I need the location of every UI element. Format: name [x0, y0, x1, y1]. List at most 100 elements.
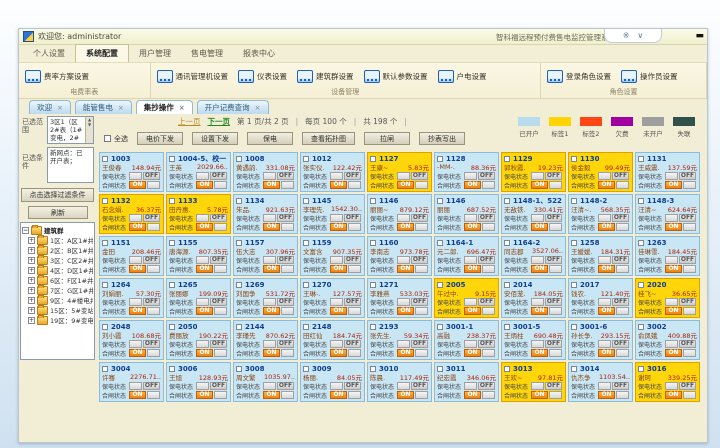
on-state[interactable]: ON: [196, 265, 213, 273]
meter-card[interactable]: 2050 费丽放 190.22元 保电状态 OFF 合闸状态: [166, 320, 231, 360]
toggle-track[interactable]: [683, 349, 696, 357]
on-state[interactable]: ON: [464, 391, 481, 399]
next-page-link[interactable]: 下一页: [208, 116, 231, 127]
menu-item[interactable]: 报表中心: [233, 45, 285, 62]
meter-checkbox[interactable]: [370, 198, 376, 204]
on-state[interactable]: ON: [665, 223, 682, 231]
on-state[interactable]: ON: [464, 265, 481, 273]
on-state[interactable]: ON: [665, 181, 682, 189]
on-state[interactable]: ON: [196, 307, 213, 315]
off-state[interactable]: OFF: [478, 256, 495, 264]
meter-checkbox[interactable]: [303, 156, 309, 162]
on-state[interactable]: ON: [263, 181, 280, 189]
toggle-track[interactable]: [263, 298, 276, 306]
meter-checkbox[interactable]: [638, 156, 644, 162]
toggle-track[interactable]: [665, 340, 678, 348]
expand-icon[interactable]: +: [28, 277, 35, 284]
meter-card[interactable]: 1131 王威震. 137.59元 保电状态 OFF 合闸状态: [635, 152, 700, 192]
toggle-track[interactable]: [549, 349, 562, 357]
meter-card[interactable]: 2148 田红仙 184.74元 保电状态 OFF 合闸状态: [300, 320, 365, 360]
toggle-track[interactable]: [482, 307, 495, 315]
meter-card[interactable]: 1146 丽丽~ 879.12元 保电状态 OFF 合闸状态: [367, 194, 432, 234]
meter-card[interactable]: 1008 黄遇韵. 331.08元 保电状态 OFF 合闸状态: [233, 152, 298, 192]
on-state[interactable]: ON: [464, 223, 481, 231]
off-state[interactable]: OFF: [210, 172, 227, 180]
off-state[interactable]: OFF: [277, 214, 294, 222]
toggle-track[interactable]: [531, 256, 544, 264]
meter-checkbox[interactable]: [303, 198, 309, 204]
meter-card[interactable]: 1164-2 同志郡 3527.06.. 保电状态 OFF 合闸状态: [501, 236, 566, 276]
toggle-track[interactable]: [196, 172, 209, 180]
off-state[interactable]: OFF: [545, 298, 562, 306]
on-state[interactable]: ON: [598, 391, 615, 399]
toggle-track[interactable]: [683, 265, 696, 273]
meter-card[interactable]: 2017 钱农. 121.40元 保电状态 OFF 合闸状态: [568, 278, 633, 318]
on-state[interactable]: ON: [397, 391, 414, 399]
expand-icon[interactable]: +: [28, 297, 35, 304]
meter-checkbox[interactable]: [169, 198, 175, 204]
on-state[interactable]: ON: [665, 307, 682, 315]
meter-card[interactable]: 1271 李雅燕 533.03元 保电状态 OFF 合闸状态: [367, 278, 432, 318]
on-state[interactable]: ON: [598, 223, 615, 231]
tree-item[interactable]: + 19区：9#变电站（9#: [28, 315, 93, 325]
off-state[interactable]: OFF: [277, 298, 294, 306]
on-state[interactable]: ON: [598, 307, 615, 315]
toggle-track[interactable]: [281, 223, 294, 231]
on-state[interactable]: ON: [330, 391, 347, 399]
meter-card[interactable]: 1148-3 汪清~ 624.64元 保电状态 OFF 合闸状态: [635, 194, 700, 234]
meter-card[interactable]: 1134 朱品. 921.63元 保电状态 OFF 合闸状态: [233, 194, 298, 234]
on-state[interactable]: ON: [397, 181, 414, 189]
document-tab[interactable]: 集抄操作 ×: [136, 100, 193, 114]
meter-checkbox[interactable]: [571, 156, 577, 162]
meter-checkbox[interactable]: [169, 240, 175, 246]
on-state[interactable]: ON: [196, 181, 213, 189]
toggle-track[interactable]: [683, 391, 696, 399]
toggle-track[interactable]: [129, 172, 142, 180]
selected-scope-box[interactable]: 3区1（区2#表（1#变电，2#配电，C区… ▲▼: [47, 116, 94, 144]
off-state[interactable]: OFF: [143, 340, 160, 348]
off-state[interactable]: OFF: [411, 298, 428, 306]
off-state[interactable]: OFF: [679, 298, 696, 306]
expand-icon[interactable]: +: [28, 247, 35, 254]
tree-item[interactable]: + 3区：C区2#井（1座高: [28, 255, 93, 265]
meter-checkbox[interactable]: [437, 282, 443, 288]
toggle-track[interactable]: [214, 391, 227, 399]
on-state[interactable]: ON: [129, 181, 146, 189]
meter-card[interactable]: 1264 刘娟丽. 57.30元 保电状态 OFF 合闸状态: [99, 278, 164, 318]
toggle-track[interactable]: [147, 265, 160, 273]
toggle-track[interactable]: [263, 340, 276, 348]
expand-icon[interactable]: +: [28, 307, 35, 314]
meter-checkbox[interactable]: [169, 366, 175, 372]
toggle-track[interactable]: [464, 172, 477, 180]
toggle-track[interactable]: [531, 382, 544, 390]
on-state[interactable]: ON: [263, 391, 280, 399]
tree-item[interactable]: + 15区：5#变站（3#: [28, 305, 93, 315]
meter-card[interactable]: 1265 张丽娜 199.09元 保电状态 OFF 合闸状态: [166, 278, 231, 318]
meter-card[interactable]: 1258 王媛媛. 184.31元 保电状态 OFF 合闸状态: [568, 236, 633, 276]
toggle-track[interactable]: [147, 181, 160, 189]
meter-checkbox[interactable]: [638, 198, 644, 204]
toolbar-button[interactable]: 保电: [247, 132, 293, 145]
meter-checkbox[interactable]: [236, 156, 242, 162]
off-state[interactable]: OFF: [478, 172, 495, 180]
meter-checkbox[interactable]: [638, 240, 644, 246]
toggle-track[interactable]: [330, 298, 343, 306]
toggle-track[interactable]: [281, 181, 294, 189]
off-state[interactable]: OFF: [612, 214, 629, 222]
off-state[interactable]: OFF: [545, 214, 562, 222]
toolbar-button[interactable]: 查看拓扑图: [302, 132, 355, 145]
close-tab-icon[interactable]: ×: [57, 104, 63, 112]
toggle-track[interactable]: [196, 340, 209, 348]
toggle-track[interactable]: [683, 181, 696, 189]
toggle-track[interactable]: [549, 181, 562, 189]
toggle-track[interactable]: [616, 391, 629, 399]
meter-checkbox[interactable]: [504, 366, 510, 372]
toggle-track[interactable]: [196, 382, 209, 390]
off-state[interactable]: OFF: [210, 256, 227, 264]
toggle-track[interactable]: [263, 214, 276, 222]
toggle-track[interactable]: [281, 307, 294, 315]
off-state[interactable]: OFF: [344, 172, 361, 180]
meter-checkbox[interactable]: [303, 366, 309, 372]
meter-card[interactable]: 3009 杨丽. 84.05元 保电状态 OFF 合闸状态: [300, 362, 365, 402]
meter-checkbox[interactable]: [571, 198, 577, 204]
